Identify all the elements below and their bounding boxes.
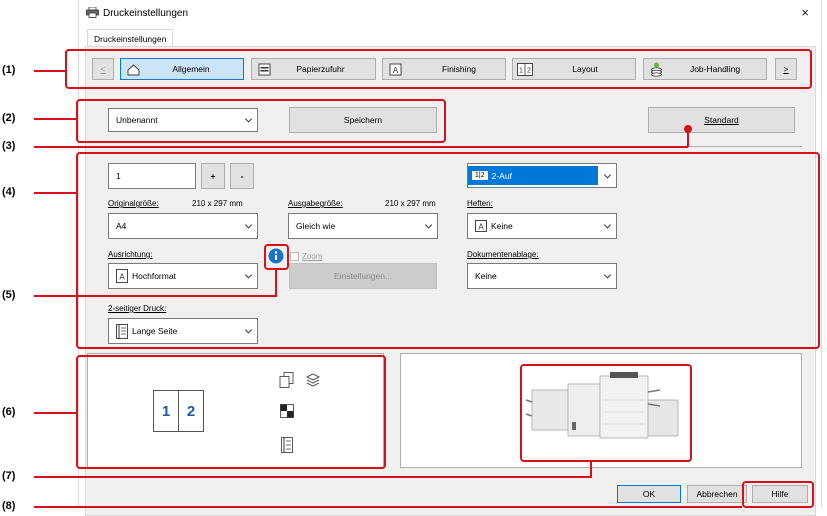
- callout-line-1: [34, 70, 65, 72]
- callout-box-8: [742, 481, 814, 508]
- ok-label: OK: [642, 489, 656, 499]
- callout-label-4: (4): [2, 186, 16, 198]
- callout-label-8: (8): [2, 500, 16, 512]
- callout-box-1: [65, 49, 812, 89]
- callout-line-2: [34, 118, 76, 120]
- cancel-button[interactable]: Abbrechen: [687, 485, 747, 503]
- callout-dot-3: [684, 125, 692, 133]
- ok-button[interactable]: OK: [617, 485, 681, 503]
- callout-box-2: [76, 99, 446, 143]
- close-icon[interactable]: ×: [801, 5, 809, 20]
- callout-label-2: (2): [2, 112, 16, 124]
- callout-line-7v: [590, 462, 592, 478]
- printer-icon: [86, 7, 99, 18]
- callout-line-5v: [275, 270, 277, 297]
- callout-line-5: [34, 295, 277, 297]
- callout-label-7: (7): [2, 470, 16, 482]
- window-title: Druckeinstellungen: [103, 8, 189, 19]
- cancel-label: Abbrechen: [696, 489, 738, 499]
- callout-line-6: [34, 412, 76, 414]
- title-bar: Druckeinstellungen ×: [79, 0, 821, 26]
- standard-button[interactable]: Standard: [648, 107, 795, 133]
- tab-print-settings[interactable]: Druckeinstellungen: [87, 29, 174, 47]
- callout-line-3: [34, 146, 688, 148]
- callout-box-6: [76, 355, 386, 469]
- callout-label-6: (6): [2, 406, 16, 418]
- callout-label-3: (3): [2, 140, 16, 152]
- callout-label-1: (1): [2, 64, 16, 76]
- callout-box-5: [264, 244, 289, 270]
- callout-label-5: (5): [2, 289, 16, 301]
- callout-line-7: [34, 476, 591, 478]
- standard-label: Standard: [704, 115, 739, 125]
- callout-box-7: [520, 364, 692, 462]
- callout-box-4: [76, 152, 820, 349]
- callout-line-4: [34, 192, 76, 194]
- callout-line-8: [34, 506, 742, 508]
